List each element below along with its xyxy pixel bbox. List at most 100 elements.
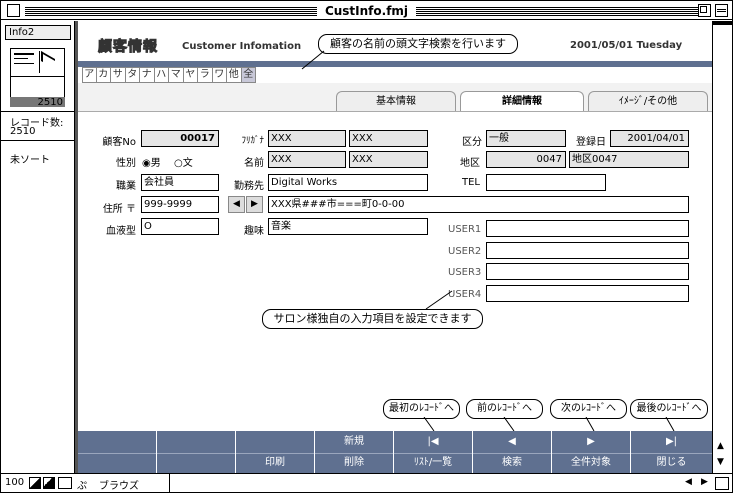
last-record-icon[interactable]: ▶|: [631, 434, 712, 450]
kana-ya[interactable]: ヤ: [183, 67, 198, 83]
title-bar[interactable]: CustInfo.fmj: [1, 1, 732, 20]
hobby-field[interactable]: 音楽: [268, 218, 428, 235]
collapse-box-icon[interactable]: [715, 4, 728, 17]
kana-ra[interactable]: ラ: [198, 67, 213, 83]
registered-date-field[interactable]: 2001/04/01: [610, 130, 689, 147]
kana-all[interactable]: 全: [241, 67, 256, 83]
layout-selector[interactable]: Info2: [5, 25, 71, 40]
new-delete-button[interactable]: 新規 削除: [315, 431, 394, 473]
nav-button-2[interactable]: [157, 431, 236, 473]
user1-field[interactable]: [486, 220, 689, 237]
category-field[interactable]: 一般: [486, 130, 566, 147]
tel-label: TEL: [462, 177, 480, 188]
customer-no-field[interactable]: 00017: [141, 130, 219, 147]
name-first-field[interactable]: XXX: [349, 151, 428, 168]
close-button[interactable]: 閉じる: [631, 453, 712, 471]
user4-field[interactable]: [486, 285, 689, 302]
address-field[interactable]: XXX県###市===町0-0-00: [268, 196, 689, 213]
prev-search-button[interactable]: ◀ 検索: [473, 431, 552, 473]
hobby-label: 趣味: [244, 226, 264, 237]
gender-label: 性別: [116, 158, 136, 169]
radio-selected-icon: ◉: [142, 158, 151, 169]
list-view-button[interactable]: ﾘｽﾄ/一覧: [394, 453, 472, 471]
last-close-button[interactable]: ▶| 閉じる: [631, 431, 712, 473]
gender-male-radio[interactable]: ◉男: [142, 154, 161, 169]
tab-basic-info[interactable]: 基本情報: [336, 91, 456, 111]
occupation-field[interactable]: 会社員: [141, 174, 219, 191]
page-title: 顧客情報: [98, 39, 158, 56]
print-button[interactable]: 印刷: [236, 431, 315, 473]
scroll-up-icon[interactable]: ▲: [717, 441, 724, 451]
status-area: Info2 2510 レコード数: 2510 未ソート: [1, 21, 75, 473]
record-count: 2510: [10, 126, 36, 137]
kana-sa[interactable]: サ: [111, 67, 126, 83]
next-showall-button[interactable]: ▶ 全件対象: [552, 431, 631, 473]
first-record-callout: 最初のﾚｺｰﾄﾞへ: [383, 399, 460, 419]
tab-detail-info[interactable]: 詳細情報: [460, 91, 584, 112]
zoom-out-icon[interactable]: [29, 477, 41, 489]
kana-index: アカサタナハマヤラワ他全: [82, 67, 256, 83]
first-record-icon[interactable]: |◀: [394, 434, 472, 450]
kana-other[interactable]: 他: [227, 67, 242, 83]
mode-icon: ぷ: [77, 481, 87, 492]
kana-na[interactable]: ナ: [140, 67, 155, 83]
kana-ha[interactable]: ハ: [154, 67, 169, 83]
next-record-icon[interactable]: ▶: [552, 434, 630, 450]
zoom-level[interactable]: 100: [5, 477, 24, 488]
blood-type-label: 血液型: [106, 226, 136, 237]
furigana-label: ﾌﾘｶﾞﾅ: [241, 136, 264, 146]
current-record-number: 2510: [37, 97, 63, 108]
zoom-box-icon[interactable]: [698, 4, 711, 17]
kana-ta[interactable]: タ: [125, 67, 140, 83]
zoom-in-icon[interactable]: [43, 477, 55, 489]
workplace-field[interactable]: Digital Works: [268, 174, 428, 191]
divider: [1, 111, 75, 112]
delete-record-button[interactable]: 削除: [315, 453, 393, 471]
zip-field[interactable]: 999-9999: [141, 196, 219, 213]
next-record-callout: 次のﾚｺｰﾄﾞへ: [550, 399, 627, 419]
search-button[interactable]: 検索: [473, 453, 551, 471]
scrollbar-top-edge: [713, 21, 732, 25]
user2-field[interactable]: [486, 242, 689, 259]
status-toggle-icon[interactable]: [58, 477, 72, 489]
show-all-button[interactable]: 全件対象: [552, 453, 630, 471]
scroll-left-icon[interactable]: ◀: [685, 477, 692, 487]
user3-label: USER3: [448, 267, 482, 278]
name-last-field[interactable]: XXX: [268, 151, 346, 168]
next-arrow-icon[interactable]: ▶: [246, 196, 263, 213]
user3-field[interactable]: [486, 263, 689, 280]
tel-field[interactable]: [486, 174, 606, 191]
horizontal-scrollbar[interactable]: [169, 474, 681, 492]
furigana-last-field[interactable]: XXX: [268, 130, 346, 147]
kana-ka[interactable]: カ: [96, 67, 111, 83]
user-fields-callout: サロン様独自の入力項目を設定できます: [262, 309, 483, 329]
scroll-right-icon[interactable]: ▶: [701, 477, 708, 487]
prev-record-icon[interactable]: ◀: [473, 434, 551, 450]
kana-a[interactable]: ア: [82, 67, 97, 83]
mode-label[interactable]: ブラウズ: [99, 477, 139, 492]
page-subtitle: Customer Infomation: [182, 41, 302, 52]
resize-grip-icon[interactable]: [715, 477, 729, 490]
kana-wa[interactable]: ワ: [212, 67, 227, 83]
tab-image-other[interactable]: ｲﾒｰｼﾞ/その他: [588, 91, 708, 111]
furigana-first-field[interactable]: XXX: [349, 130, 428, 147]
layout-area: 顧客情報 Customer Infomation 2001/05/01 Tues…: [78, 21, 712, 473]
radio-empty-icon: ○: [174, 158, 183, 169]
address-label: 住所 〒: [102, 204, 136, 215]
prev-record-callout: 前のﾚｺｰﾄﾞへ: [466, 399, 543, 419]
blood-type-field[interactable]: O: [141, 218, 219, 235]
gender-female-radio[interactable]: ○文: [174, 154, 193, 169]
status-bar: 100 ぷ ブラウズ ◀ ▶: [1, 473, 732, 492]
nav-button-1[interactable]: [78, 431, 157, 473]
prev-arrow-icon[interactable]: ◀: [228, 196, 245, 213]
first-list-button[interactable]: |◀ ﾘｽﾄ/一覧: [394, 431, 473, 473]
region-name-field[interactable]: 地区0047: [569, 151, 689, 168]
region-code-field[interactable]: 0047: [486, 151, 566, 168]
window-title: CustInfo.fmj: [1, 4, 732, 18]
last-record-callout: 最後のﾚｺｰﾄﾞへ: [630, 399, 708, 419]
kana-ma[interactable]: マ: [169, 67, 184, 83]
customer-no-label: 顧客No: [102, 137, 136, 148]
scroll-down-icon[interactable]: ▼: [717, 457, 724, 467]
new-record-button[interactable]: 新規: [315, 434, 393, 450]
vertical-scrollbar[interactable]: ▲ ▼: [712, 21, 732, 473]
